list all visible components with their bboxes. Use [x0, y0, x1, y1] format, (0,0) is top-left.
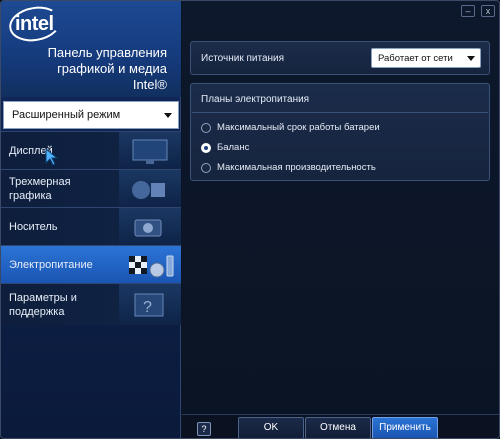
- radio-max-performance[interactable]: Максимальная производительность: [201, 162, 376, 173]
- radio-balance[interactable]: Баланс: [201, 142, 249, 153]
- radio-max-battery[interactable]: Максимальный срок работы батареи: [201, 122, 380, 133]
- power-source-label: Источник питания: [201, 53, 285, 64]
- power-source-value: Работает от сети: [378, 52, 453, 64]
- power-source-group: Источник питания Работает от сети: [190, 41, 490, 75]
- power-plans-group: Планы электропитания Максимальный срок р…: [190, 83, 490, 181]
- sidebar-item-label-line1: Параметры и: [9, 291, 77, 304]
- radio-button[interactable]: [201, 122, 211, 133]
- radio-button[interactable]: [201, 162, 211, 173]
- sidebar-item-power[interactable]: Электропитание: [1, 245, 181, 283]
- mouse-cursor-icon: [45, 148, 59, 166]
- minimize-button[interactable]: –: [461, 5, 475, 17]
- sidebar-item-label: Носитель: [9, 220, 58, 233]
- left-panel: intel Панель управления графикой и медиа…: [1, 1, 181, 438]
- ok-button[interactable]: OK: [238, 417, 304, 438]
- chevron-down-icon: [164, 112, 172, 118]
- cancel-button[interactable]: Отмена: [305, 417, 371, 438]
- power-flag-icon: [119, 246, 181, 283]
- radio-label: Максимальный срок работы батареи: [217, 122, 380, 133]
- sidebar-item-label: Трехмерная графика: [9, 175, 71, 202]
- mode-select[interactable]: Расширенный режим: [3, 101, 179, 129]
- app-title-line2: графикой и медиа: [57, 61, 167, 76]
- radio-label: Максимальная производительность: [217, 162, 376, 173]
- brand-header: intel Панель управления графикой и медиа…: [1, 1, 181, 97]
- 3d-objects-icon: [119, 170, 181, 207]
- sidebar-item-3d[interactable]: Трехмерная графика: [1, 169, 181, 207]
- sidebar-item-support[interactable]: Параметры и поддержка ?: [1, 283, 181, 325]
- window-controls: – x: [461, 5, 495, 17]
- app-title: Панель управления графикой и медиа Intel…: [17, 45, 167, 93]
- sidebar-item-label: Электропитание: [9, 258, 93, 271]
- radio-label: Баланс: [217, 142, 250, 153]
- sidebar-item-label-line2: поддержка: [9, 305, 65, 318]
- divider: [192, 112, 488, 113]
- app-title-line1: Панель управления: [47, 45, 167, 60]
- intel-logo: intel: [15, 13, 54, 35]
- svg-text:?: ?: [143, 299, 152, 316]
- power-source-select[interactable]: Работает от сети: [371, 48, 481, 68]
- sidebar-nav: Дисплей Трехмерная графика Носитель Элек…: [1, 131, 181, 325]
- apply-button[interactable]: Применить: [372, 417, 438, 438]
- help-button[interactable]: ?: [197, 422, 211, 436]
- content-panel: – x Источник питания Работает от сети Пл…: [182, 1, 499, 438]
- app-title-line3: Intel®: [132, 77, 167, 92]
- radio-button-selected[interactable]: [201, 142, 211, 153]
- sidebar-item-media[interactable]: Носитель: [1, 207, 181, 245]
- display-icon: [119, 132, 181, 169]
- intel-graphics-window: intel Панель управления графикой и медиа…: [0, 0, 500, 439]
- help-question-icon: ?: [119, 284, 181, 325]
- bottom-bar: ? OK Отмена Применить: [182, 414, 499, 438]
- sidebar-item-display[interactable]: Дисплей: [1, 131, 181, 169]
- close-button[interactable]: x: [481, 5, 495, 17]
- sidebar-item-label: Параметры и поддержка: [1, 291, 113, 319]
- chevron-down-icon: [467, 55, 475, 61]
- media-icon: [119, 208, 181, 245]
- mode-select-value: Расширенный режим: [12, 109, 121, 121]
- power-plans-title: Планы электропитания: [201, 94, 310, 105]
